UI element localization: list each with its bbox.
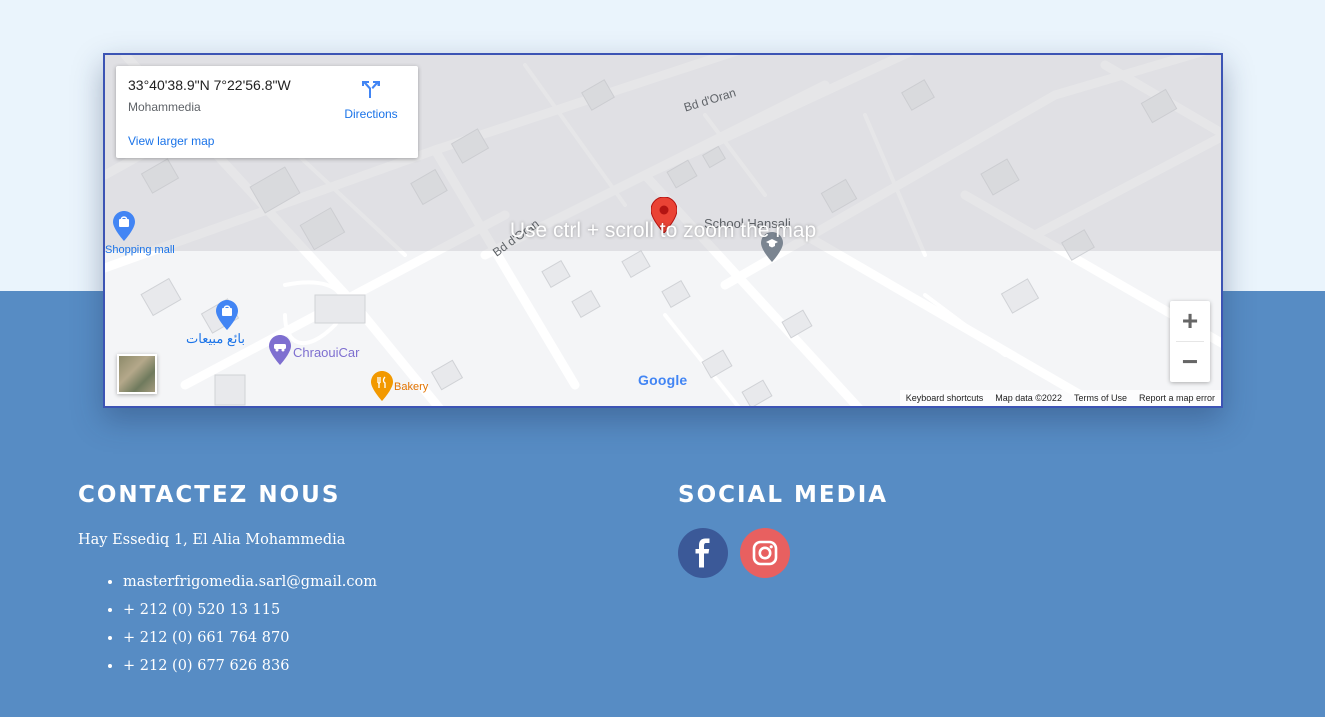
zoom-out-button[interactable]: − — [1170, 342, 1210, 382]
shop-icon[interactable] — [216, 300, 238, 335]
contact-list: masterfrigomedia.sarl@gmail.com + 212 (0… — [78, 572, 377, 684]
instagram-icon — [752, 540, 778, 566]
poi-arabic-label[interactable]: بائع مبيعات — [186, 331, 245, 347]
social-heading: SOCIAL MEDIA — [678, 482, 889, 508]
facebook-icon — [695, 538, 710, 568]
car-icon[interactable] — [269, 335, 291, 370]
poi-car-label[interactable]: ChraouiCar — [293, 345, 359, 360]
google-logo: Google — [638, 372, 688, 388]
contact-phone[interactable]: + 212 (0) 661 764 870 — [123, 628, 377, 656]
bakery-icon[interactable] — [371, 371, 393, 406]
contact-email[interactable]: masterfrigomedia.sarl@gmail.com — [123, 572, 377, 600]
zoom-hint: Use ctrl + scroll to zoom the map — [509, 219, 817, 242]
facebook-button[interactable] — [678, 528, 728, 578]
zoom-controls: + − — [1170, 301, 1210, 382]
map-attribution: Keyboard shortcuts Map data ©2022 Terms … — [899, 390, 1221, 406]
satellite-toggle[interactable] — [117, 354, 157, 394]
terms-link[interactable]: Terms of Use — [1074, 393, 1127, 403]
contact-phone[interactable]: + 212 (0) 520 13 115 — [123, 600, 377, 628]
map-info-card: 33°40'38.9"N 7°22'56.8"W Mohammedia View… — [116, 66, 418, 158]
contact-address: Hay Essediq 1, El Alia Mohammedia — [78, 532, 346, 548]
report-error-link[interactable]: Report a map error — [1139, 393, 1215, 403]
map-embed[interactable]: Bd d'Oran Bd d'Oran School Hansali Shopp… — [103, 53, 1223, 408]
directions-icon — [362, 81, 380, 98]
coordinates-text: 33°40'38.9"N 7°22'56.8"W — [128, 77, 291, 93]
contact-heading: CONTACTEZ NOUS — [78, 482, 341, 508]
contact-phone[interactable]: + 212 (0) 677 626 836 — [123, 656, 377, 684]
plus-icon: + — [1181, 305, 1199, 336]
minus-icon: − — [1181, 346, 1199, 377]
place-name: Mohammedia — [128, 100, 201, 114]
instagram-button[interactable] — [740, 528, 790, 578]
keyboard-shortcuts-link[interactable]: Keyboard shortcuts — [906, 393, 984, 403]
directions-label: Directions — [344, 107, 398, 121]
map-data-text: Map data ©2022 — [995, 393, 1062, 403]
view-larger-map-link[interactable]: View larger map — [128, 134, 214, 148]
zoom-in-button[interactable]: + — [1170, 301, 1210, 341]
poi-bakery-label[interactable]: Bakery — [394, 381, 428, 393]
poi-shopping-label[interactable]: Shopping mall — [105, 244, 175, 256]
directions-button[interactable]: Directions — [338, 78, 404, 121]
